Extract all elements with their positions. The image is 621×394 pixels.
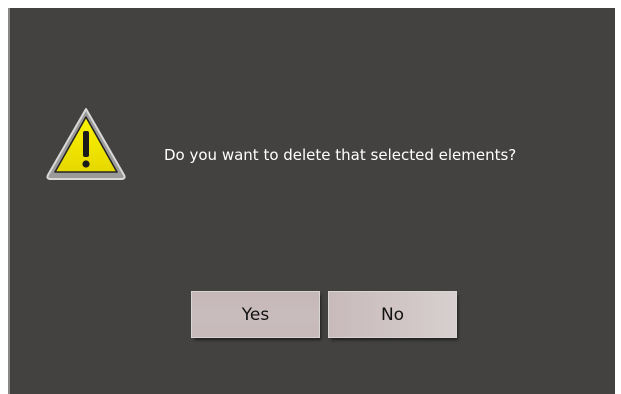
yes-button[interactable]: Yes [191,291,320,338]
confirm-delete-dialog: Do you want to delete that selected elem… [8,8,615,394]
warning-icon [44,105,128,183]
dialog-message: Do you want to delete that selected elem… [164,146,517,164]
screen: Do you want to delete that selected elem… [0,0,621,394]
no-button[interactable]: No [328,291,457,338]
